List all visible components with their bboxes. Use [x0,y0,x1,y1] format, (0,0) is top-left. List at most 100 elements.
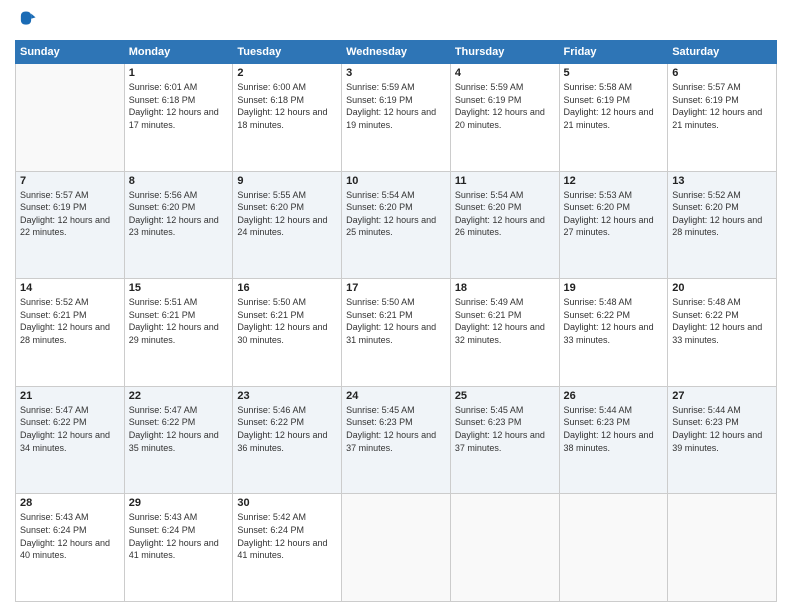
day-number: 23 [237,390,337,402]
day-number: 1 [129,67,229,79]
day-number: 25 [455,390,555,402]
day-number: 26 [564,390,664,402]
calendar-cell: 17 Sunrise: 5:50 AMSunset: 6:21 PMDayligh… [342,279,451,387]
calendar-cell: 16 Sunrise: 5:50 AMSunset: 6:21 PMDayligh… [233,279,342,387]
day-number: 17 [346,282,446,294]
calendar-week-row: 1 Sunrise: 6:01 AMSunset: 6:18 PMDaylight… [16,64,777,172]
calendar-cell: 30 Sunrise: 5:42 AMSunset: 6:24 PMDayligh… [233,494,342,602]
day-info: Sunrise: 5:44 AMSunset: 6:23 PMDaylight:… [672,404,772,454]
calendar-cell [450,494,559,602]
calendar-cell: 13 Sunrise: 5:52 AMSunset: 6:20 PMDayligh… [668,171,777,279]
calendar-cell: 26Sunrise: 5:44 AMSunset: 6:23 PMDayligh… [559,386,668,494]
calendar-cell: 4 Sunrise: 5:59 AMSunset: 6:19 PMDaylight… [450,64,559,172]
calendar-cell: 29 Sunrise: 5:43 AMSunset: 6:24 PMDayligh… [124,494,233,602]
day-number: 3 [346,67,446,79]
calendar-table: SundayMondayTuesdayWednesdayThursdayFrid… [15,40,777,602]
calendar-cell: 24Sunrise: 5:45 AMSunset: 6:23 PMDayligh… [342,386,451,494]
day-number: 9 [237,175,337,187]
logo-icon [15,10,37,32]
day-info: Sunrise: 5:50 AMSunset: 6:21 PMDaylight:… [237,296,337,346]
calendar-cell: 9 Sunrise: 5:55 AMSunset: 6:20 PMDaylight… [233,171,342,279]
calendar-cell: 14 Sunrise: 5:52 AMSunset: 6:21 PMDayligh… [16,279,125,387]
calendar-cell: 7 Sunrise: 5:57 AMSunset: 6:19 PMDaylight… [16,171,125,279]
day-info: Sunrise: 5:50 AMSunset: 6:21 PMDaylight:… [346,296,446,346]
calendar-cell: 6Sunrise: 5:57 AMSunset: 6:19 PMDaylight… [668,64,777,172]
col-header-thursday: Thursday [450,41,559,64]
day-info: Sunrise: 5:42 AMSunset: 6:24 PMDaylight:… [237,511,337,561]
day-info: Sunrise: 5:59 AMSunset: 6:19 PMDaylight:… [346,81,446,131]
day-info: Sunrise: 5:52 AMSunset: 6:21 PMDaylight:… [20,296,120,346]
day-info: Sunrise: 5:47 AMSunset: 6:22 PMDaylight:… [20,404,120,454]
col-header-tuesday: Tuesday [233,41,342,64]
col-header-sunday: Sunday [16,41,125,64]
day-info: Sunrise: 5:48 AMSunset: 6:22 PMDaylight:… [672,296,772,346]
calendar-cell [668,494,777,602]
day-number: 30 [237,497,337,509]
calendar-cell: 27 Sunrise: 5:44 AMSunset: 6:23 PMDayligh… [668,386,777,494]
day-number: 28 [20,497,120,509]
day-info: Sunrise: 5:58 AMSunset: 6:19 PMDaylight:… [564,81,664,131]
calendar-week-row: 7 Sunrise: 5:57 AMSunset: 6:19 PMDaylight… [16,171,777,279]
day-info: Sunrise: 5:47 AMSunset: 6:22 PMDaylight:… [129,404,229,454]
calendar-week-row: 21 Sunrise: 5:47 AMSunset: 6:22 PMDayligh… [16,386,777,494]
calendar-cell: 28 Sunrise: 5:43 AMSunset: 6:24 PMDayligh… [16,494,125,602]
day-info: Sunrise: 5:55 AMSunset: 6:20 PMDaylight:… [237,189,337,239]
day-number: 22 [129,390,229,402]
calendar-cell: 10 Sunrise: 5:54 AMSunset: 6:20 PMDayligh… [342,171,451,279]
day-info: Sunrise: 5:53 AMSunset: 6:20 PMDaylight:… [564,189,664,239]
calendar-cell: 12 Sunrise: 5:53 AMSunset: 6:20 PMDayligh… [559,171,668,279]
calendar-cell: 11 Sunrise: 5:54 AMSunset: 6:20 PMDayligh… [450,171,559,279]
day-number: 29 [129,497,229,509]
logo [15,10,41,32]
day-info: Sunrise: 5:52 AMSunset: 6:20 PMDaylight:… [672,189,772,239]
day-number: 11 [455,175,555,187]
day-info: Sunrise: 5:59 AMSunset: 6:19 PMDaylight:… [455,81,555,131]
calendar-cell: 5 Sunrise: 5:58 AMSunset: 6:19 PMDaylight… [559,64,668,172]
day-number: 7 [20,175,120,187]
day-info: Sunrise: 5:48 AMSunset: 6:22 PMDaylight:… [564,296,664,346]
calendar-header-row: SundayMondayTuesdayWednesdayThursdayFrid… [16,41,777,64]
calendar-cell: 8Sunrise: 5:56 AMSunset: 6:20 PMDaylight… [124,171,233,279]
calendar-week-row: 14 Sunrise: 5:52 AMSunset: 6:21 PMDayligh… [16,279,777,387]
calendar-cell [559,494,668,602]
day-number: 16 [237,282,337,294]
day-number: 10 [346,175,446,187]
day-info: Sunrise: 5:43 AMSunset: 6:24 PMDaylight:… [129,511,229,561]
day-info: Sunrise: 5:43 AMSunset: 6:24 PMDaylight:… [20,511,120,561]
col-header-wednesday: Wednesday [342,41,451,64]
calendar-cell: 25Sunrise: 5:45 AMSunset: 6:23 PMDayligh… [450,386,559,494]
page: SundayMondayTuesdayWednesdayThursdayFrid… [0,0,792,612]
calendar-cell: 21 Sunrise: 5:47 AMSunset: 6:22 PMDayligh… [16,386,125,494]
day-info: Sunrise: 5:51 AMSunset: 6:21 PMDaylight:… [129,296,229,346]
calendar-cell: 3 Sunrise: 5:59 AMSunset: 6:19 PMDaylight… [342,64,451,172]
day-number: 13 [672,175,772,187]
day-info: Sunrise: 5:56 AMSunset: 6:20 PMDaylight:… [129,189,229,239]
day-number: 14 [20,282,120,294]
header [15,10,777,32]
day-info: Sunrise: 5:54 AMSunset: 6:20 PMDaylight:… [455,189,555,239]
calendar-cell: 19Sunrise: 5:48 AMSunset: 6:22 PMDayligh… [559,279,668,387]
col-header-monday: Monday [124,41,233,64]
day-info: Sunrise: 5:45 AMSunset: 6:23 PMDaylight:… [346,404,446,454]
day-number: 12 [564,175,664,187]
day-number: 5 [564,67,664,79]
calendar-cell [342,494,451,602]
calendar-cell: 15Sunrise: 5:51 AMSunset: 6:21 PMDayligh… [124,279,233,387]
day-info: Sunrise: 5:46 AMSunset: 6:22 PMDaylight:… [237,404,337,454]
day-info: Sunrise: 5:57 AMSunset: 6:19 PMDaylight:… [672,81,772,131]
day-number: 21 [20,390,120,402]
calendar-cell [16,64,125,172]
calendar-cell: 20 Sunrise: 5:48 AMSunset: 6:22 PMDayligh… [668,279,777,387]
day-info: Sunrise: 5:57 AMSunset: 6:19 PMDaylight:… [20,189,120,239]
day-number: 27 [672,390,772,402]
calendar-cell: 1 Sunrise: 6:01 AMSunset: 6:18 PMDaylight… [124,64,233,172]
col-header-saturday: Saturday [668,41,777,64]
day-info: Sunrise: 6:00 AMSunset: 6:18 PMDaylight:… [237,81,337,131]
calendar-week-row: 28 Sunrise: 5:43 AMSunset: 6:24 PMDayligh… [16,494,777,602]
day-info: Sunrise: 5:49 AMSunset: 6:21 PMDaylight:… [455,296,555,346]
day-info: Sunrise: 6:01 AMSunset: 6:18 PMDaylight:… [129,81,229,131]
day-info: Sunrise: 5:54 AMSunset: 6:20 PMDaylight:… [346,189,446,239]
day-number: 4 [455,67,555,79]
day-number: 18 [455,282,555,294]
day-number: 20 [672,282,772,294]
